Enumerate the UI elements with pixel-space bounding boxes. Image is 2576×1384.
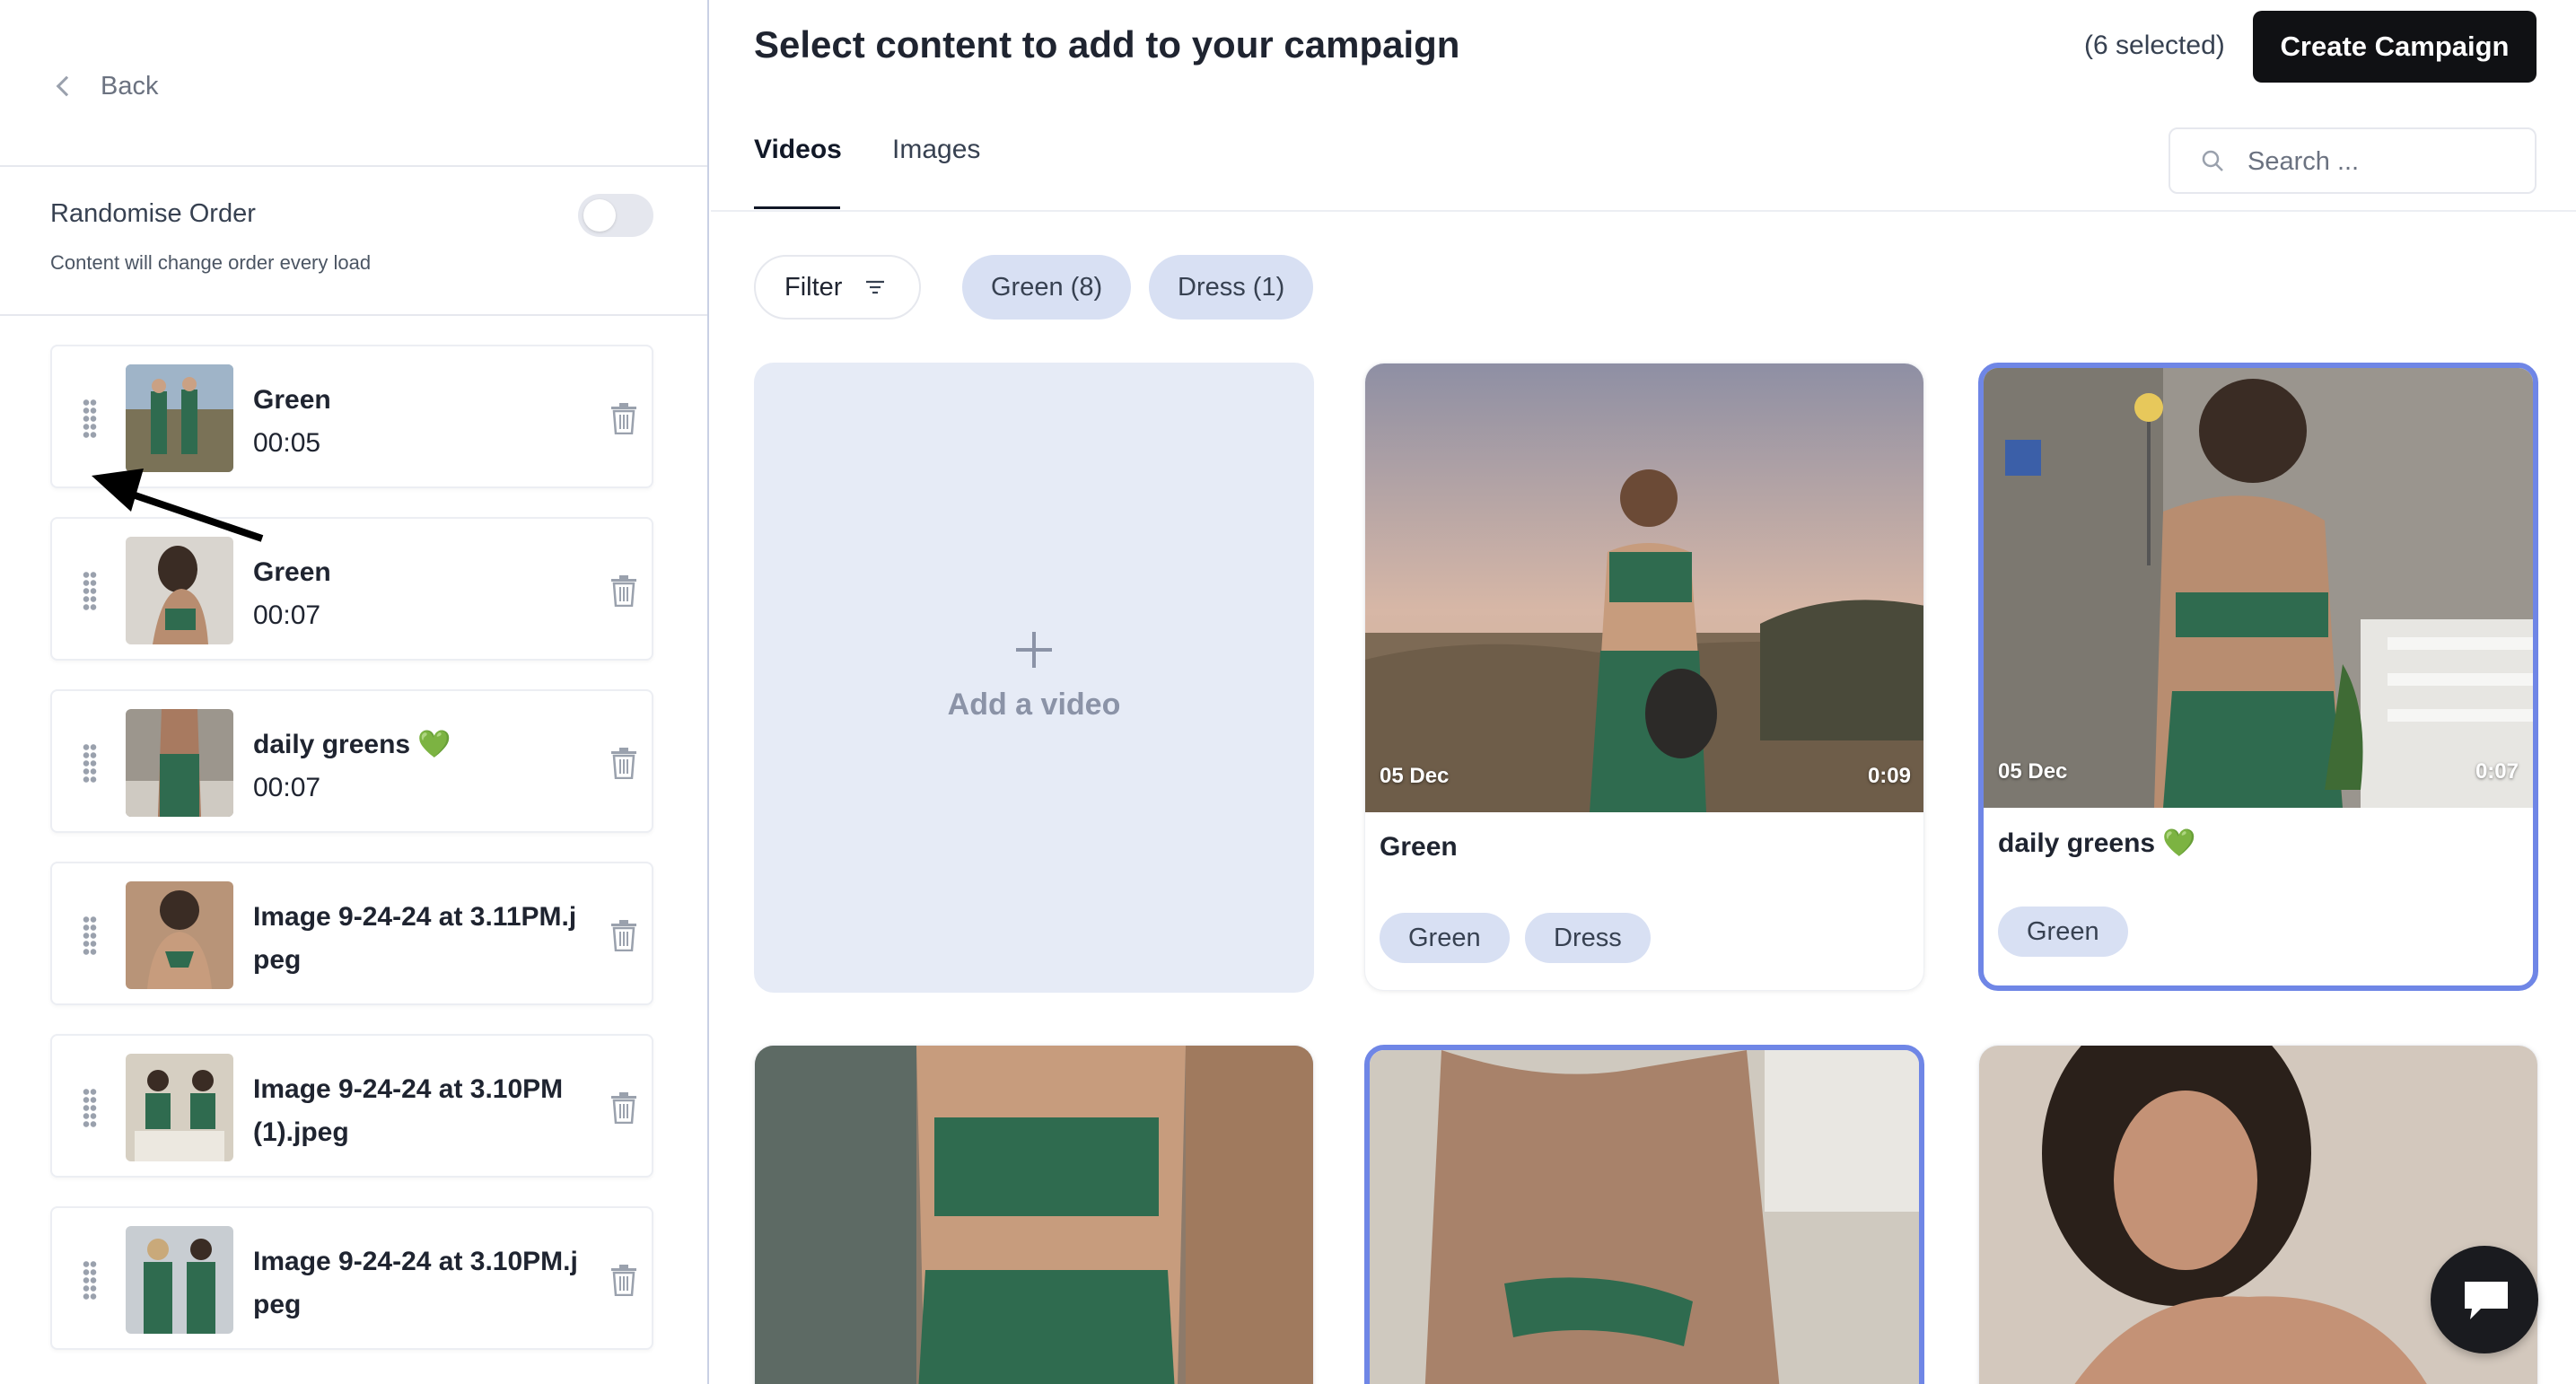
chevron-left-icon <box>56 75 77 97</box>
video-thumbnail <box>755 1046 1313 1384</box>
chat-button[interactable] <box>2431 1246 2538 1353</box>
item-title: Image 9-24-24 at 3.10PM (1).jpeg <box>253 1074 564 1147</box>
video-thumbnail <box>1370 1050 1919 1384</box>
thumbnail <box>126 1226 233 1334</box>
selected-item[interactable]: Green 00:05 <box>50 345 653 488</box>
toggle-knob <box>583 199 616 232</box>
trash-icon[interactable] <box>610 1091 637 1124</box>
thumbnail <box>126 881 233 989</box>
add-video-label: Add a video <box>947 688 1121 722</box>
video-date: 05 Dec <box>1998 759 2068 784</box>
item-info: Green 00:05 <box>253 379 585 465</box>
page-title: Select content to add to your campaign <box>754 23 1460 66</box>
filter-label: Filter <box>784 272 843 302</box>
trash-icon[interactable] <box>610 1264 637 1296</box>
item-title: Image 9-24-24 at 3.11PM.jpeg <box>253 902 577 975</box>
filter-button[interactable]: Filter <box>754 255 921 320</box>
randomise-order-toggle[interactable] <box>578 194 653 237</box>
filter-chip-green[interactable]: Green (8) <box>962 255 1132 320</box>
thumbnail <box>126 364 233 472</box>
filter-icon <box>866 280 885 294</box>
item-info: Image 9-24-24 at 3.10PM.jpeg <box>253 1240 585 1327</box>
trash-icon[interactable] <box>610 747 637 779</box>
item-duration: 00:05 <box>253 428 321 458</box>
randomise-order-description: Content will change order every load <box>50 251 372 274</box>
filter-chip-dress[interactable]: Dress (1) <box>1149 255 1314 320</box>
randomise-order-label: Randomise Order <box>50 199 256 228</box>
video-duration: 0:07 <box>2475 759 2519 784</box>
item-info: Image 9-24-24 at 3.10PM (1).jpeg <box>253 1068 585 1154</box>
drag-handle-icon[interactable] <box>83 915 97 955</box>
drag-handle-icon[interactable] <box>83 571 97 610</box>
thumbnail <box>126 537 233 644</box>
thumbnail <box>126 1054 233 1161</box>
selected-item[interactable]: Image 9-24-24 at 3.10PM (1).jpeg <box>50 1034 653 1178</box>
video-title: daily greens 💚 <box>1998 828 2196 858</box>
video-date: 05 Dec <box>1380 764 1450 788</box>
drag-handle-icon[interactable] <box>83 1260 97 1300</box>
back-button[interactable]: Back <box>52 66 158 106</box>
plus-icon <box>1016 632 1052 668</box>
main-content: Select content to add to your campaign (… <box>711 0 2576 1384</box>
back-label: Back <box>101 71 159 101</box>
item-title: daily greens 💚 <box>253 730 451 759</box>
search-input[interactable] <box>2247 142 2517 181</box>
trash-icon[interactable] <box>610 919 637 951</box>
tabs-divider <box>711 210 2576 212</box>
item-duration: 00:07 <box>253 600 321 630</box>
add-video-card[interactable]: Add a video <box>754 363 1314 993</box>
video-tag: Green <box>1998 907 2128 957</box>
item-info: Green 00:07 <box>253 551 585 637</box>
video-card-selected[interactable] <box>1364 1045 1924 1384</box>
selected-count: (6 selected) <box>2084 31 2225 60</box>
search-box[interactable] <box>2169 127 2537 194</box>
thumbnail <box>126 709 233 817</box>
selected-item[interactable]: Image 9-24-24 at 3.10PM.jpeg <box>50 1206 653 1350</box>
drag-handle-icon[interactable] <box>83 1088 97 1127</box>
video-thumbnail: 05 Dec 0:09 <box>1365 364 1923 812</box>
chat-bubble-icon <box>2465 1282 2508 1319</box>
video-tag: Green <box>1380 913 1510 963</box>
trash-icon[interactable] <box>610 574 637 607</box>
tab-videos[interactable]: Videos <box>754 135 842 165</box>
item-duration: 00:07 <box>253 773 321 802</box>
video-tag: Dress <box>1525 913 1651 963</box>
item-info: daily greens 💚 00:07 <box>253 723 585 810</box>
drag-handle-icon[interactable] <box>83 743 97 783</box>
sidebar: Back Randomise Order Content will change… <box>0 0 709 1384</box>
divider <box>0 165 707 167</box>
video-card[interactable]: 05 Dec 0:09 Green Green Dress <box>1364 363 1924 991</box>
video-thumbnail: 05 Dec 0:07 <box>1984 368 2533 808</box>
item-info: Image 9-24-24 at 3.11PM.jpeg <box>253 896 585 982</box>
item-title: Green <box>253 385 331 415</box>
item-title: Green <box>253 557 331 587</box>
video-title: Green <box>1380 832 1458 862</box>
tab-images[interactable]: Images <box>892 135 980 165</box>
search-icon <box>2202 150 2223 171</box>
selected-item[interactable]: Image 9-24-24 at 3.11PM.jpeg <box>50 862 653 1005</box>
selected-item[interactable]: daily greens 💚 00:07 <box>50 689 653 833</box>
selected-item[interactable]: Green 00:07 <box>50 517 653 661</box>
drag-handle-icon[interactable] <box>83 399 97 438</box>
divider <box>0 314 707 316</box>
trash-icon[interactable] <box>610 402 637 434</box>
video-card-selected[interactable]: 05 Dec 0:07 daily greens 💚 Green <box>1978 363 2538 991</box>
video-duration: 0:09 <box>1867 764 1911 788</box>
video-card[interactable] <box>754 1045 1314 1384</box>
item-title: Image 9-24-24 at 3.10PM.jpeg <box>253 1247 578 1319</box>
active-tab-indicator <box>754 206 840 209</box>
create-campaign-button[interactable]: Create Campaign <box>2253 11 2537 83</box>
